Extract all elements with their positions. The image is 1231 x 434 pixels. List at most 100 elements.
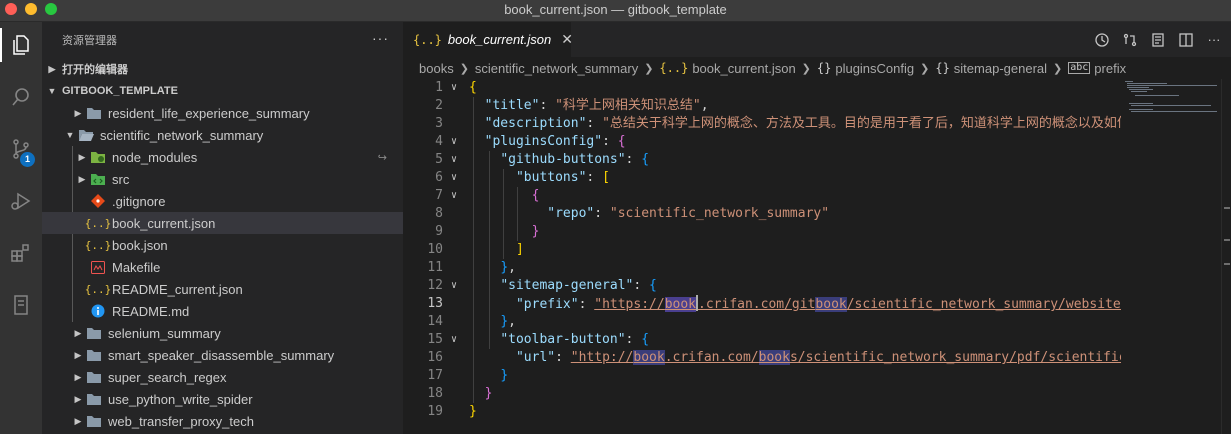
code-line[interactable]: 5 ∨ "github-buttons": { [403,151,1121,169]
json-icon: {..} [84,282,112,296]
fold-icon[interactable]: ∨ [451,331,457,349]
code-line[interactable]: 9 } [403,223,1121,241]
tree-item-file[interactable]: {..} README_current.json [42,278,403,300]
src-folder-icon [90,171,106,187]
timeline-icon[interactable] [1093,31,1111,49]
remote-explorer-icon[interactable] [0,284,42,326]
code-token: : [625,152,642,167]
json-icon: {..} [659,61,689,75]
breadcrumb-item[interactable]: scientific_network_summary [475,61,638,76]
open-changes-icon[interactable] [1121,31,1139,49]
folder-icon [86,325,102,341]
breadcrumb-item[interactable]: prefix [1094,61,1126,76]
breadcrumb: books ❯ scientific_network_summary ❯ {..… [403,57,1231,79]
code-line[interactable]: 1 ∨ { [403,79,1121,97]
code-line[interactable]: 11 }, [403,259,1121,277]
fold-icon[interactable]: ∨ [451,79,457,97]
code-line[interactable]: 17 } [403,367,1121,385]
tree-item-folder[interactable]: ▶ selenium_summary [42,322,403,344]
minimap[interactable] [1121,79,1221,434]
tree-item-file[interactable]: README.md [42,300,403,322]
chevron-right-icon: ▶ [48,63,56,74]
breadcrumb-item[interactable]: book_current.json [692,61,795,76]
code-token: : [633,278,650,293]
fold-icon[interactable]: ∨ [451,133,457,151]
preview-icon[interactable] [1149,31,1167,49]
code-line[interactable]: 8 "repo": "scientific_network_summary" [403,205,1121,223]
tree-item-file[interactable]: Makefile [42,256,403,278]
code-line[interactable]: 15 ∨ "toolbar-button": { [403,331,1121,349]
chevron-right-icon: ❯ [920,62,930,75]
split-editor-icon[interactable] [1177,31,1195,49]
breadcrumb-item[interactable]: sitemap-general [954,61,1047,76]
line-number: 3 [435,116,443,131]
code-text: } [469,385,493,403]
tree-item-folder[interactable]: ▶ smart_speaker_disassemble_summary [42,344,403,366]
fold-icon[interactable]: ∨ [451,151,457,169]
tree-item-file[interactable]: {..} book.json [42,234,403,256]
code-token: { [617,134,626,149]
code-line[interactable]: 16 "url": "http://book.crifan.com/books/… [403,349,1121,367]
code-line[interactable]: 4 ∨ "pluginsConfig": { [403,133,1121,151]
extensions-icon[interactable] [0,232,42,274]
tree-item-folder[interactable]: ▼ scientific_network_summary [42,124,403,146]
code-line[interactable]: 13 "prefix": "https://book .crifan.com/gi… [403,295,1121,313]
more-actions-icon[interactable]: ··· [372,30,389,46]
line-number: 8 [435,206,443,221]
breadcrumb-item[interactable]: books [419,61,454,76]
minimap-line [1131,105,1211,106]
tree-item-folder[interactable]: ▶ src [42,168,403,190]
tree-item-label: resident_life_experience_summary [108,105,310,121]
close-icon[interactable]: ✕ [561,31,573,48]
object-icon: {} [935,61,950,75]
code-line[interactable]: 14 }, [403,313,1121,331]
tree-item-label: smart_speaker_disassemble_summary [108,347,335,363]
line-number: 18 [427,386,443,401]
tab-book-current-json[interactable]: {..} book_current.json ✕ [403,22,573,57]
minimap-line [1131,91,1147,92]
code-token: } [500,314,509,329]
breadcrumb-item[interactable]: pluginsConfig [835,61,914,76]
more-actions-icon[interactable]: ··· [1205,31,1223,49]
search-icon[interactable] [0,76,42,118]
folder-icon [86,347,102,363]
fold-icon[interactable]: ∨ [451,169,457,187]
fold-icon[interactable]: ∨ [451,277,457,295]
code-line[interactable]: 18 } [403,385,1121,403]
fold-icon[interactable]: ∨ [451,187,457,205]
code-token: } [500,368,509,383]
tree-item-label: book.json [112,237,168,253]
tree-item-label: scientific_network_summary [100,127,264,143]
tree-item-folder[interactable]: ▶ web_transfer_proxy_tech [42,410,403,432]
scrollbar-marker [1224,239,1230,241]
explorer-icon[interactable] [0,24,42,66]
source-control-icon[interactable]: 1 [0,128,42,170]
code-line[interactable]: 19} [403,403,1121,421]
line-number: 17 [427,368,443,383]
tree-item-folder[interactable]: ▶ super_search_regex [42,366,403,388]
code-text: "prefix": "https://book .crifan.com/gitbo… [469,295,1121,314]
code-line[interactable]: 12 ∨ "sitemap-general": { [403,277,1121,295]
line-number: 16 [427,350,443,365]
workspace-root-section[interactable]: ▼ GITBOOK_TEMPLATE [42,80,403,102]
code-text: "sitemap-general": { [469,277,657,295]
tree-item-folder[interactable]: ▶ resident_life_experience_summary [42,102,403,124]
tree-item-folder[interactable]: ▶ use_python_write_spider [42,388,403,410]
code-line[interactable]: 10 ] [403,241,1121,259]
tree-item-folder[interactable]: ▶ node_modules ↪ [42,146,403,168]
vertical-scrollbar[interactable] [1221,79,1231,434]
minimap-line [1127,85,1217,86]
line-number: 2 [435,98,443,113]
tree-item-label: selenium_summary [108,325,221,341]
code-line[interactable]: 7 ∨ { [403,187,1121,205]
folder-icon [86,391,102,407]
run-debug-icon[interactable] [0,180,42,222]
code-editor[interactable]: 1 ∨ { 2 "title": "科学上网相关知识总结", 3 "descript… [403,79,1121,434]
code-line[interactable]: 2 "title": "科学上网相关知识总结", [403,97,1121,115]
code-line[interactable]: 6 ∨ "buttons": [ [403,169,1121,187]
open-editors-section[interactable]: ▶ 打开的编辑器 [42,58,403,80]
tree-item-file[interactable]: {..} book_current.json [42,212,403,234]
code-line[interactable]: 3 "description": "总结关于科学上网的概念、方法及工具。目的是用… [403,115,1121,133]
code-text: } [469,223,540,241]
tree-item-file[interactable]: .gitignore [42,190,403,212]
